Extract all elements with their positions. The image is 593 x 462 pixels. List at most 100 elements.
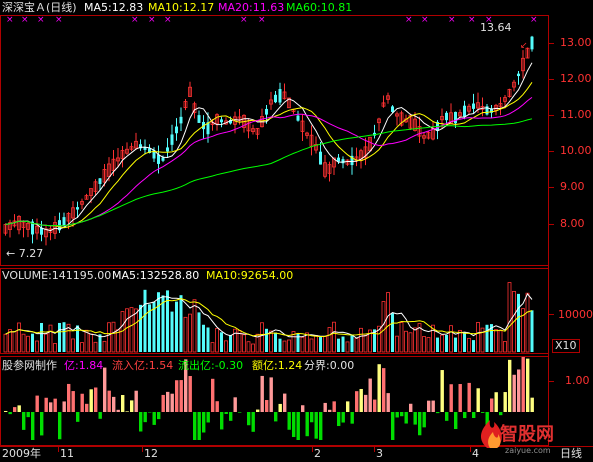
volume-bar-up [345, 341, 350, 353]
flow-bar-out [224, 412, 228, 414]
volume-bar-up [300, 336, 305, 353]
flow-bar-out [499, 412, 503, 416]
volume-ma-lines [5, 292, 533, 339]
volume-bar-up [21, 333, 26, 353]
period-label: 日线 [560, 447, 582, 460]
volume-bar-up [93, 341, 98, 353]
flow-bar-in [355, 391, 359, 412]
signal-mark: × [530, 15, 538, 25]
flow-bar-out [26, 412, 30, 418]
volume-bar-up [44, 333, 48, 353]
volume-bar-down [139, 304, 142, 352]
ma5-value: MA5:12.83 [84, 1, 144, 14]
price-panel-frame [0, 15, 549, 266]
volume-bar-down [76, 325, 79, 352]
price-tick-13: 13.00 [560, 36, 592, 49]
ma10-value: MA10:12.17 [148, 1, 215, 14]
flow-bar-out [76, 412, 80, 422]
volume-bar-up [467, 337, 471, 353]
flow-bar-in [427, 400, 431, 412]
candle-down [341, 159, 345, 164]
flow-bar-in [71, 391, 75, 412]
volume-bar-down [202, 324, 205, 352]
volume-bar-down [143, 289, 147, 352]
flow-bar-in [121, 395, 125, 412]
volume-bar-up [408, 332, 413, 353]
flow-bar-out [98, 412, 102, 419]
volume-bar-down [220, 332, 223, 352]
flow-bar-out [413, 412, 417, 425]
flow-bar-out [251, 412, 255, 432]
flow-bar-in [130, 400, 134, 412]
volume-bar-up [125, 308, 129, 353]
flow-bar-out [206, 412, 210, 423]
volume-bar-down [157, 292, 160, 352]
volume-bar-up [395, 335, 399, 353]
volume-bar-up [17, 322, 21, 353]
flow-bar-in [467, 382, 471, 412]
volume-bar-up [440, 334, 444, 353]
date-label-2: 2 [314, 447, 321, 460]
volume-bar-down [296, 333, 300, 352]
signal-mark: × [6, 15, 14, 25]
flow-bar-in [89, 389, 93, 412]
candle-down [265, 108, 268, 115]
volume-bar-up [53, 343, 57, 353]
volume-bar-up [48, 324, 53, 353]
volume-bar-down [274, 332, 277, 352]
flow-bar-out [152, 412, 156, 425]
flow-bar-out [454, 412, 458, 430]
flow-bar-out [319, 412, 323, 440]
volume-bar-up [449, 325, 453, 353]
price-tick-8: 8.00 [560, 217, 585, 230]
volume-bar-up [314, 335, 318, 353]
inflow-value: 流入亿:1.54 [112, 359, 174, 372]
volume-bar-up [309, 338, 314, 353]
volume-bar-up [282, 340, 287, 353]
volume-bar-up [84, 329, 89, 353]
flow-bar-in [517, 369, 521, 412]
candle-down [175, 126, 178, 134]
volume-bar-up [363, 334, 368, 353]
flow-bar-in [112, 396, 116, 412]
flow-bar-out [296, 412, 300, 440]
volume-bar-down [206, 327, 210, 352]
flow-bar-out [157, 412, 161, 420]
flow-bar-in [301, 405, 305, 412]
ma10-line [5, 82, 533, 229]
flow-bar-out [314, 412, 318, 439]
volume-bar-up [107, 322, 111, 353]
volume-bar-up [210, 342, 215, 353]
volume-bar-up [12, 331, 17, 353]
flow-bar-in [134, 390, 138, 412]
volume-bar-up [332, 321, 336, 353]
volume-ma10-line [5, 298, 533, 338]
volume-ma10-value: MA10:92654.00 [206, 269, 294, 282]
flow-bar-in [161, 394, 165, 412]
volume-bar-up [503, 341, 507, 353]
flow-bar-in [328, 409, 332, 412]
signal-mark: × [258, 15, 266, 25]
flow-bar-in [283, 393, 287, 412]
volume-bar-up [3, 333, 8, 353]
volume-bar-down [337, 338, 340, 352]
flow-bar-in [4, 410, 8, 412]
date-label-4: 4 [472, 447, 479, 460]
volume-unit-label: X10 [552, 339, 580, 353]
flow-bar-in [170, 393, 174, 412]
flow-bar-out [481, 412, 485, 413]
flow-bar-in [188, 376, 192, 412]
date-label-3: 3 [376, 447, 383, 460]
volume-bar-up [251, 343, 255, 353]
candle-down [391, 106, 394, 112]
date-label-12: 12 [144, 447, 158, 460]
volume-bar-up [35, 340, 39, 353]
volume-bar-up [183, 316, 188, 353]
volume-bar-up [359, 327, 363, 353]
maker-label: 股参网制作 [2, 359, 57, 372]
ma20-line [5, 96, 533, 227]
volume-bar-down [319, 337, 322, 352]
high-price-label: 13.64 [480, 21, 512, 34]
flow-bar-in [17, 405, 21, 412]
candle-down [278, 89, 282, 103]
